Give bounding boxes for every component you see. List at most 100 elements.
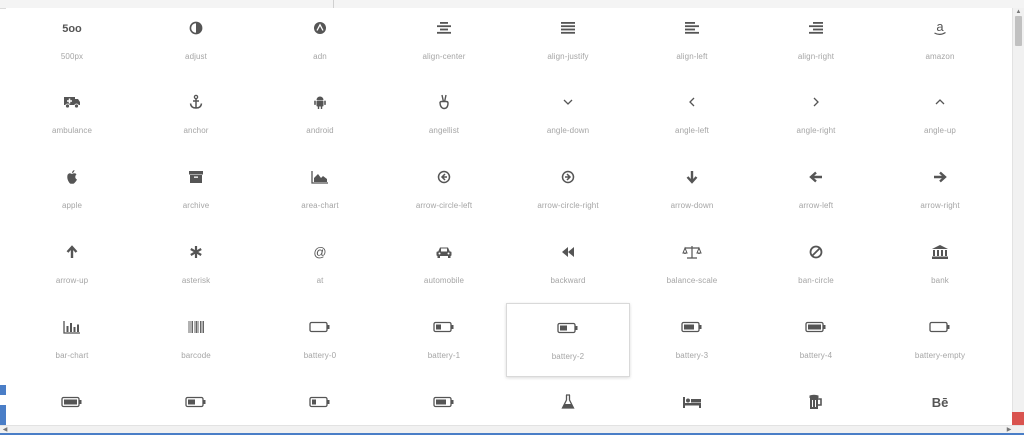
icon-tile-battery-quarter[interactable] (258, 378, 382, 425)
amazon-icon: a (878, 18, 1002, 38)
icon-tile-bar-chart[interactable]: bar-chart (10, 303, 134, 377)
ban-circle-icon (754, 242, 878, 262)
icon-label: align-left (676, 52, 708, 61)
balance-scale-icon (630, 242, 754, 262)
icon-label: angle-right (796, 126, 836, 135)
battery-3-icon (630, 317, 754, 337)
icon-label: apple (61, 201, 83, 210)
icon-tile-balance-scale[interactable]: balance-scale (630, 228, 754, 302)
icon-label: 500px (60, 52, 84, 61)
icon-tile-barcode[interactable]: barcode (134, 303, 258, 377)
icon-tile-at[interactable]: @ at (258, 228, 382, 302)
horizontal-scrollbar[interactable]: ◀ ▶ (0, 425, 1024, 435)
icon-tile-arrow-circle-right[interactable]: arrow-circle-right (506, 153, 630, 227)
icon-label: arrow-right (920, 201, 960, 210)
align-left-icon (630, 18, 754, 38)
icon-label: at (316, 276, 324, 285)
icon-tile-battery-2[interactable]: battery-2 (506, 303, 630, 377)
barcode-icon (134, 317, 258, 337)
icon-tile-ban-circle[interactable]: ban-circle (754, 228, 878, 302)
icon-tile-bed[interactable] (630, 378, 754, 425)
icon-tile-bank[interactable]: bank (878, 228, 1002, 302)
asterisk-icon (134, 242, 258, 262)
right-edge-marker (1012, 412, 1024, 425)
icon-tile-arrow-up[interactable]: arrow-up (10, 228, 134, 302)
icon-tile-behance[interactable]: Bē (878, 378, 1002, 425)
icon-tile-angle-down[interactable]: angle-down (506, 78, 630, 152)
vertical-scroll-thumb[interactable] (1015, 16, 1022, 46)
icon-tile-area-chart[interactable]: area-chart (258, 153, 382, 227)
angle-right-icon (754, 92, 878, 112)
icon-label: align-justify (547, 52, 589, 61)
icon-label: android (306, 126, 334, 135)
align-justify-icon (506, 18, 630, 38)
automobile-icon (382, 242, 506, 262)
icon-tile-asterisk[interactable]: asterisk (134, 228, 258, 302)
icon-tile-battery-full[interactable] (10, 378, 134, 425)
icon-tile-automobile[interactable]: automobile (382, 228, 506, 302)
icon-label: arrow-left (798, 201, 834, 210)
angle-left-icon (630, 92, 754, 112)
arrow-left-icon (754, 167, 878, 187)
icon-tile-align-center[interactable]: align-center (382, 8, 506, 78)
icon-tile-angle-up[interactable]: angle-up (878, 78, 1002, 152)
icon-label: battery-3 (675, 351, 709, 360)
icon-tile-beaker[interactable] (506, 378, 630, 425)
icon-tile-battery-1[interactable]: battery-1 (382, 303, 506, 377)
icon-tile-archive[interactable]: archive (134, 153, 258, 227)
strip-divider (333, 0, 334, 8)
area-chart-icon (258, 167, 382, 187)
icon-tile-arrow-down[interactable]: arrow-down (630, 153, 754, 227)
align-center-icon (382, 18, 506, 38)
angle-down-icon (506, 92, 630, 112)
icon-tile-android[interactable]: android (258, 78, 382, 152)
icon-tile-500px[interactable]: 5oo 500px (10, 8, 134, 78)
icon-tile-beer[interactable] (754, 378, 878, 425)
ambulance-icon (10, 92, 134, 112)
icon-tile-arrow-circle-left[interactable]: arrow-circle-left (382, 153, 506, 227)
bed-icon (630, 392, 754, 412)
icon-tile-ambulance[interactable]: ambulance (10, 78, 134, 152)
battery-half-icon (134, 392, 258, 412)
icon-tile-battery-3[interactable]: battery-3 (630, 303, 754, 377)
icon-tile-battery-4[interactable]: battery-4 (754, 303, 878, 377)
icon-tile-backward[interactable]: backward (506, 228, 630, 302)
icon-tile-adn[interactable]: adn (258, 8, 382, 78)
behance-icon: Bē (878, 392, 1002, 412)
icon-tile-apple[interactable]: apple (10, 153, 134, 227)
icon-label: battery-2 (551, 352, 585, 361)
icon-tile-battery-three-quarters[interactable] (382, 378, 506, 425)
icon-label: align-center (422, 52, 466, 61)
icon-label: battery-1 (427, 351, 461, 360)
anchor-icon (134, 92, 258, 112)
icon-tile-arrow-left[interactable]: arrow-left (754, 153, 878, 227)
icon-label: ambulance (51, 126, 93, 135)
icon-tile-angle-left[interactable]: angle-left (630, 78, 754, 152)
icon-gallery-panel: 5oo 500px adjust adn align-center align-justi… (6, 8, 1012, 425)
icon-tile-battery-0[interactable]: battery-0 (258, 303, 382, 377)
archive-icon (134, 167, 258, 187)
icon-tile-battery-half[interactable] (134, 378, 258, 425)
beaker-icon (506, 392, 630, 412)
icon-tile-angle-right[interactable]: angle-right (754, 78, 878, 152)
vertical-scrollbar[interactable]: ▲ ▼ (1012, 8, 1024, 425)
icon-tile-align-left[interactable]: align-left (630, 8, 754, 78)
icon-tile-angellist[interactable]: angellist (382, 78, 506, 152)
icon-label: adjust (185, 52, 207, 61)
left-edge-marker (0, 405, 6, 425)
icon-tile-amazon[interactable]: a amazon (878, 8, 1002, 78)
svg-text:5oo: 5oo (62, 23, 82, 35)
icon-tile-arrow-right[interactable]: arrow-right (878, 153, 1002, 227)
scroll-up-icon[interactable]: ▲ (1013, 8, 1024, 16)
icon-label: adn (313, 52, 327, 61)
icon-tile-anchor[interactable]: anchor (134, 78, 258, 152)
battery-quarter-icon (258, 392, 382, 412)
icon-tile-align-justify[interactable]: align-justify (506, 8, 630, 78)
arrow-right-icon (878, 167, 1002, 187)
icon-tile-align-right[interactable]: align-right (754, 8, 878, 78)
battery-4-icon (754, 317, 878, 337)
icon-label: archive (182, 201, 210, 210)
arrow-circle-left-icon (382, 167, 506, 187)
icon-tile-battery-empty[interactable]: battery-empty (878, 303, 1002, 377)
icon-tile-adjust[interactable]: adjust (134, 8, 258, 78)
